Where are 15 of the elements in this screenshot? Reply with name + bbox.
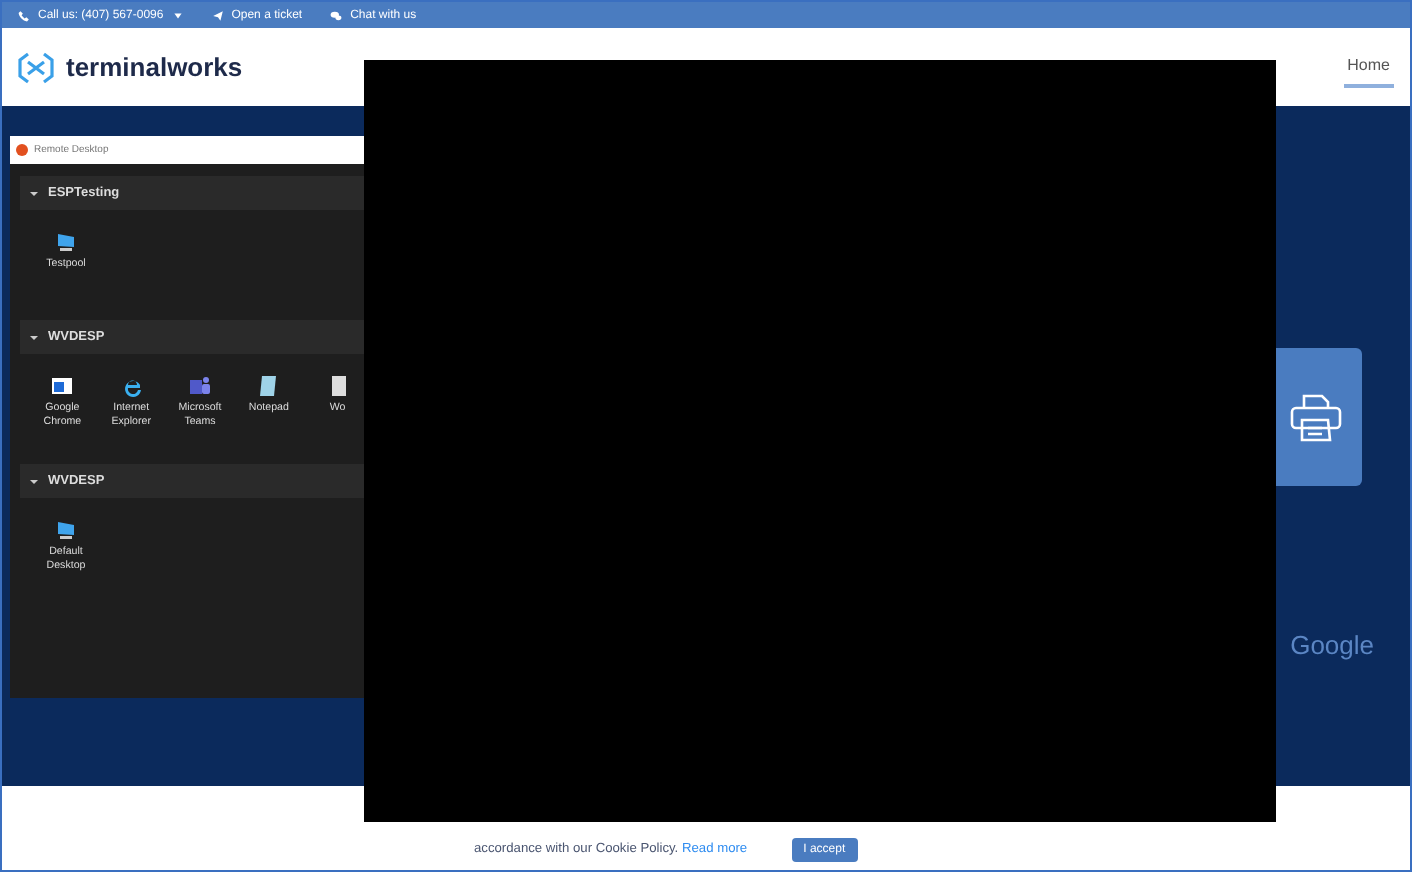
send-icon — [211, 9, 224, 21]
printer-icon — [1286, 391, 1346, 443]
partner-logo-text: Google — [1290, 630, 1374, 660]
caret-icon — [171, 9, 184, 21]
nav-link[interactable]: Home — [1343, 47, 1394, 87]
window-icon — [50, 374, 75, 398]
logo-icon — [18, 49, 54, 85]
logo-text: terminalworks — [66, 52, 243, 82]
phone-icon — [18, 9, 30, 21]
app-logo-icon — [16, 144, 28, 156]
monitor-icon — [54, 518, 78, 542]
monitor-icon — [54, 230, 78, 254]
chat-icon — [330, 9, 343, 21]
notepad-icon — [256, 374, 281, 398]
people-icon — [188, 374, 213, 398]
